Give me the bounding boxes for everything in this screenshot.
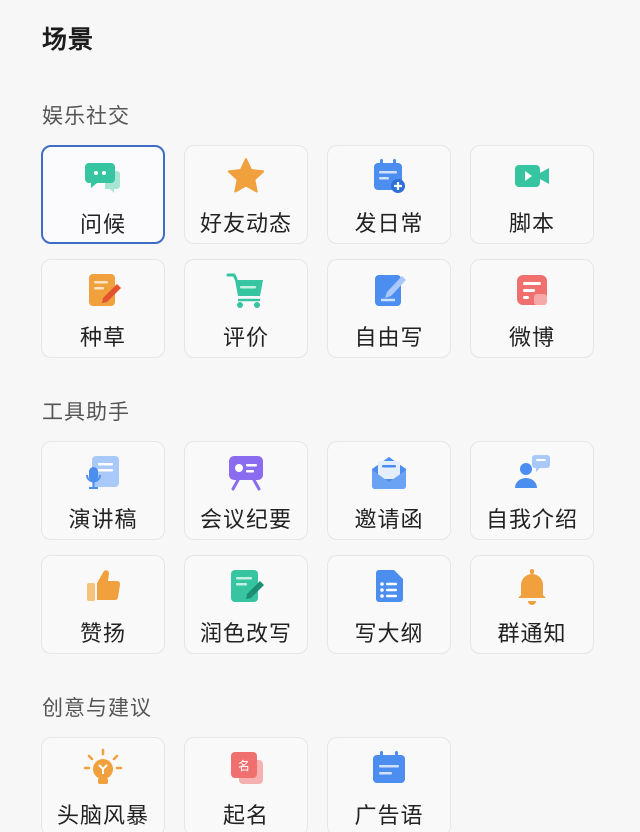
scene-card-label: 演讲稿: [68, 508, 138, 533]
scene-card-label: 好友动态: [199, 212, 292, 237]
scene-card-label: 会议纪要: [199, 508, 292, 533]
pen-paper-icon: [369, 270, 409, 310]
meeting-board-icon: [226, 452, 266, 492]
microphone-script-icon: [83, 452, 123, 492]
calendar-list-icon: [369, 748, 409, 788]
thumbs-up-icon: [83, 566, 123, 606]
shopping-cart-icon: [226, 270, 266, 310]
scene-card-praise[interactable]: 赞扬: [41, 555, 165, 654]
scene-card-naming[interactable]: 名 起名: [184, 737, 308, 832]
scene-card-label: 自由写: [354, 326, 424, 351]
name-glyph: 名: [238, 758, 250, 773]
section-title-creative: 创意与建议: [42, 696, 152, 720]
chat-bubble-icon: [83, 157, 123, 197]
scene-card-label: 种草: [79, 326, 126, 351]
scene-card-label: 评价: [222, 326, 269, 351]
scene-card-label: 群通知: [497, 622, 567, 647]
scene-card-label: 邀请函: [354, 508, 424, 533]
scene-card-outline[interactable]: 写大纲: [327, 555, 451, 654]
envelope-open-icon: [369, 452, 409, 492]
scene-card-recommend[interactable]: 种草: [41, 259, 165, 358]
scene-grid-creative: 头脑风暴 名 起名 广告语: [41, 737, 594, 832]
star-icon: [226, 156, 266, 196]
scene-card-label: 起名: [222, 804, 269, 829]
scene-card-label: 发日常: [354, 212, 424, 237]
scene-card-invitation[interactable]: 邀请函: [327, 441, 451, 540]
scene-card-greeting[interactable]: 问候: [41, 145, 165, 244]
scene-card-label: 头脑风暴: [56, 804, 149, 829]
scene-card-review[interactable]: 评价: [184, 259, 308, 358]
name-tag-icon: 名: [226, 748, 266, 788]
calendar-add-icon: [369, 156, 409, 196]
scene-card-label: 润色改写: [199, 622, 292, 647]
scene-card-group-notice[interactable]: 群通知: [470, 555, 594, 654]
scene-card-slogan[interactable]: 广告语: [327, 737, 451, 832]
person-speech-icon: [512, 452, 552, 492]
scene-card-label: 自我介绍: [485, 508, 578, 533]
scene-grid-entertainment: 问候 好友动态 发日常 脚本 种草 评价 自由写 微博: [41, 145, 594, 358]
scene-card-script[interactable]: 脚本: [470, 145, 594, 244]
scene-card-daily-post[interactable]: 发日常: [327, 145, 451, 244]
scene-card-brainstorm[interactable]: 头脑风暴: [41, 737, 165, 832]
section-title-entertainment: 娱乐社交: [42, 104, 130, 128]
page-title: 场景: [42, 25, 95, 54]
scene-card-label: 写大纲: [354, 622, 424, 647]
outline-list-icon: [369, 566, 409, 606]
scene-card-polish-rewrite[interactable]: 润色改写: [184, 555, 308, 654]
bell-icon: [512, 566, 552, 606]
document-lines-icon: [512, 270, 552, 310]
scene-card-label: 微博: [508, 326, 555, 351]
scene-card-free-write[interactable]: 自由写: [327, 259, 451, 358]
scene-card-speech[interactable]: 演讲稿: [41, 441, 165, 540]
scene-card-friend-moments[interactable]: 好友动态: [184, 145, 308, 244]
scene-card-label: 脚本: [508, 212, 555, 237]
note-pencil-icon: [83, 270, 123, 310]
section-title-tools: 工具助手: [42, 400, 130, 424]
scene-card-meeting-notes[interactable]: 会议纪要: [184, 441, 308, 540]
lightbulb-icon: [83, 748, 123, 788]
scene-card-label: 赞扬: [79, 622, 126, 647]
edit-document-icon: [226, 566, 266, 606]
scene-card-label: 广告语: [354, 804, 424, 829]
video-camera-icon: [512, 156, 552, 196]
scene-card-weibo[interactable]: 微博: [470, 259, 594, 358]
scene-grid-tools: 演讲稿 会议纪要 邀请函 自我介绍 赞扬 润色改写 写大纲 群通知: [41, 441, 594, 654]
scene-card-self-intro[interactable]: 自我介绍: [470, 441, 594, 540]
scene-card-label: 问候: [79, 213, 126, 238]
